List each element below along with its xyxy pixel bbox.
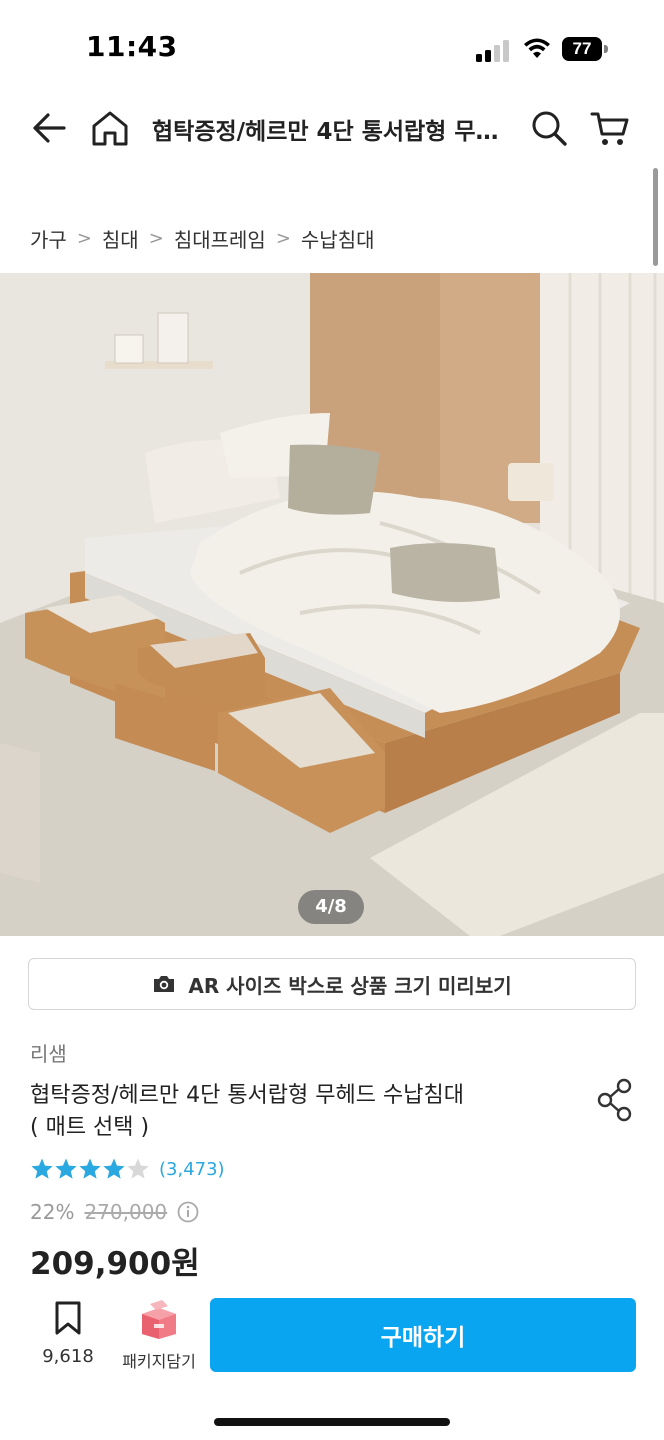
chevron-right-icon: > — [76, 228, 92, 249]
product-title-line1: 협탁증정/헤르만 4단 통서랍형 무헤드 수납침대 — [30, 1083, 464, 1108]
star-rating — [31, 1158, 149, 1179]
star-icon — [103, 1158, 125, 1179]
discount-row: 22% 270,000 — [30, 1200, 199, 1224]
star-icon — [79, 1158, 101, 1179]
breadcrumb-item[interactable]: 침대 — [102, 224, 139, 253]
bookmark-icon — [55, 1301, 81, 1335]
product-title: 협탁증정/헤르만 4단 통서랍형 무헤드 수납침대 ( 매트 선택 ) — [30, 1080, 570, 1144]
search-icon[interactable] — [527, 106, 571, 150]
status-time: 11:43 — [86, 30, 178, 63]
home-icon[interactable] — [88, 106, 132, 150]
info-icon[interactable] — [177, 1201, 199, 1223]
breadcrumb-item[interactable]: 침대프레임 — [174, 224, 266, 253]
rating-row[interactable]: (3,473) — [30, 1157, 225, 1181]
image-pager: 4/8 — [298, 890, 364, 924]
share-icon[interactable] — [596, 1078, 636, 1122]
review-count[interactable]: (3,473) — [159, 1159, 225, 1180]
cart-icon[interactable] — [588, 106, 632, 150]
back-arrow-icon[interactable] — [28, 106, 72, 150]
discount-rate: 22% — [30, 1200, 75, 1224]
star-icon — [31, 1158, 53, 1179]
page-title: 협탁증정/헤르만 4단 통서랍형 무헤드 수납침대 ( 매트 선택 ) — [152, 119, 512, 145]
brand-name[interactable]: 리샘 — [30, 1038, 67, 1067]
package-button[interactable]: 패키지담기 — [114, 1300, 204, 1372]
product-title-line2: ( 매트 선택 ) — [30, 1115, 150, 1140]
camera-icon — [154, 976, 175, 992]
home-indicator[interactable] — [214, 1418, 450, 1426]
star-icon — [55, 1158, 77, 1179]
package-box-icon — [142, 1300, 176, 1339]
scrollbar[interactable] — [653, 168, 658, 266]
breadcrumb-item[interactable]: 수납침대 — [301, 224, 375, 253]
battery-icon: 77 — [562, 37, 608, 61]
package-label: 패키지담기 — [122, 1352, 196, 1371]
cellular-signal-icon — [476, 40, 509, 62]
chevron-right-icon: > — [148, 228, 164, 249]
buy-button[interactable]: 구매하기 — [210, 1298, 636, 1372]
battery-level: 77 — [562, 37, 602, 61]
wifi-icon — [524, 38, 550, 58]
breadcrumb-item[interactable]: 가구 — [30, 224, 67, 253]
chevron-right-icon: > — [275, 228, 291, 249]
bookmark-count: 9,618 — [42, 1346, 94, 1367]
breadcrumb: 가구 > 침대 > 침대프레임 > 수납침대 — [30, 224, 375, 253]
ar-preview-button[interactable]: AR 사이즈 박스로 상품 크기 미리보기 — [28, 958, 636, 1010]
product-photo — [0, 273, 664, 936]
original-price: 270,000 — [84, 1200, 168, 1224]
sale-price: 209,900원 — [30, 1246, 200, 1282]
star-icon — [127, 1158, 149, 1179]
ar-preview-label: AR 사이즈 박스로 상품 크기 미리보기 — [188, 973, 512, 998]
product-image[interactable] — [0, 273, 664, 936]
bookmark-button[interactable]: 9,618 — [40, 1300, 96, 1367]
